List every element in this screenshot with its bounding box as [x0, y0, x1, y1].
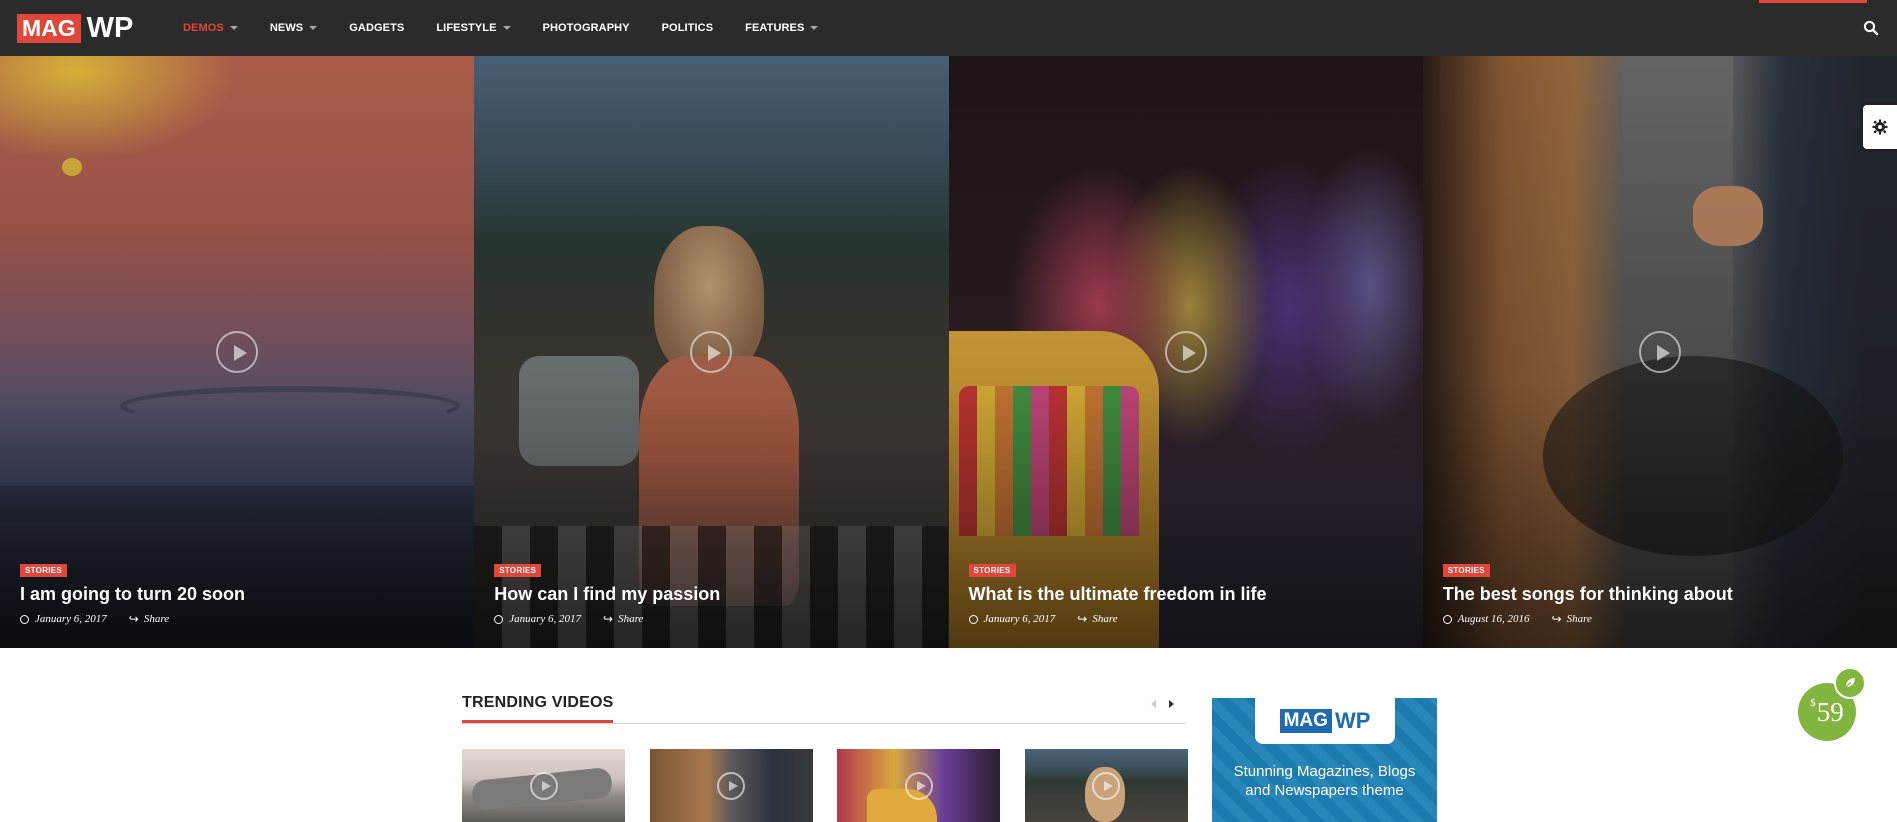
trending-video-thumb[interactable] — [649, 749, 813, 822]
share-icon: ↪ — [1551, 612, 1562, 626]
nav-label: LIFESTYLE — [436, 22, 497, 34]
leaf-shape — [1845, 678, 1855, 688]
share-button[interactable]: ↪ Share — [603, 612, 643, 626]
hero-card[interactable]: STORIES I am going to turn 20 soon Janua… — [0, 56, 475, 648]
hero-card-title[interactable]: What is the ultimate freedom in life — [969, 583, 1407, 605]
category-badge[interactable]: STORIES — [968, 564, 1016, 577]
ad-logo-wp: WP — [1334, 708, 1371, 733]
caret-down-icon — [810, 26, 819, 30]
play-icon[interactable] — [216, 331, 259, 373]
category-badge[interactable]: STORIES — [494, 564, 542, 577]
trending-thumbs — [462, 749, 1212, 822]
ad-logo-mag: MAG — [1279, 709, 1332, 733]
trending-video-thumb[interactable] — [837, 749, 1000, 822]
share-label: Share — [143, 613, 170, 625]
nav-item-features[interactable]: FEATURES — [745, 22, 819, 34]
nav-item-politics[interactable]: POLITICS — [662, 22, 714, 34]
nav-item-demos[interactable]: DEMOS — [183, 22, 238, 34]
caret-down-icon — [502, 26, 511, 30]
top-navbar: MAG WP DEMOS NEWS GADGETS LIFESTYLE PHOT… — [0, 0, 1897, 56]
nav-label: POLITICS — [661, 22, 714, 34]
nav-item-gadgets[interactable]: GADGETS — [349, 22, 404, 34]
ad-line-1: Stunning Magazines, Blogs — [1233, 763, 1416, 780]
clock-icon — [20, 614, 29, 624]
hero-card-meta: January 6, 2017 ↪ Share — [968, 612, 1407, 626]
nav-label: NEWS — [269, 22, 304, 34]
share-icon: ↪ — [603, 612, 614, 626]
play-icon — [529, 771, 558, 800]
play-icon — [1092, 771, 1120, 800]
post-date: August 16, 2016 — [1457, 613, 1530, 625]
price-currency: $ — [1810, 697, 1816, 709]
trending-video-thumb[interactable] — [462, 749, 625, 822]
ad-line-2: and Newspapers theme — [1245, 782, 1404, 799]
hero-card-title[interactable]: The best songs for thinking about — [1443, 583, 1881, 605]
caret-down-icon — [309, 26, 318, 30]
nav-item-news[interactable]: NEWS — [269, 22, 318, 34]
hero-card-title[interactable]: I am going to turn 20 soon — [20, 583, 458, 605]
ad-tagline: Stunning Magazines, Blogs and Newspapers… — [1212, 762, 1437, 800]
share-icon: ↪ — [1077, 612, 1088, 626]
caret-down-icon — [229, 26, 238, 30]
arrow-right-icon[interactable] — [1162, 697, 1178, 711]
magwp-ad-banner[interactable]: MAG WP Stunning Magazines, Blogs and New… — [1212, 698, 1437, 822]
nav-label: GADGETS — [349, 22, 405, 34]
play-icon — [717, 771, 745, 800]
hero-card[interactable]: STORIES How can I find my passion Januar… — [474, 56, 949, 648]
play-icon[interactable] — [1164, 331, 1207, 373]
share-label: Share — [1092, 613, 1118, 625]
play-icon — [904, 771, 933, 800]
nav-label: FEATURES — [745, 22, 805, 34]
share-button[interactable]: ↪ Share — [1077, 612, 1117, 626]
hero-card-info: STORIES What is the ultimate freedom in … — [968, 560, 1407, 626]
nav-item-photography[interactable]: PHOTOGRAPHY — [543, 22, 630, 34]
clock-icon — [1442, 614, 1452, 624]
hero-card-info: STORIES How can I find my passion Januar… — [494, 560, 932, 626]
logo-mag-text: MAG — [17, 14, 81, 43]
hero-card-meta: January 6, 2017 ↪ Share — [494, 612, 932, 626]
clock-icon — [494, 614, 504, 624]
share-button[interactable]: ↪ Share — [1552, 612, 1592, 626]
trending-title: TRENDING VIDEOS — [462, 694, 614, 723]
category-badge[interactable]: STORIES — [20, 564, 68, 577]
hero-card-info: STORIES I am going to turn 20 soon Janua… — [20, 560, 458, 626]
hero-card-meta: January 6, 2017 ↪ Share — [20, 612, 458, 626]
hero-card[interactable]: STORIES What is the ultimate freedom in … — [948, 56, 1423, 648]
trending-header: TRENDING VIDEOS — [462, 694, 1186, 724]
nav-item-lifestyle[interactable]: LIFESTYLE — [436, 22, 511, 34]
category-badge[interactable]: STORIES — [1442, 564, 1490, 577]
post-date: January 6, 2017 — [35, 613, 107, 625]
hero-card-meta: August 16, 2016 ↪ Share — [1442, 612, 1881, 626]
leaf-icon[interactable] — [1834, 667, 1866, 699]
header-accent-line — [1759, 0, 1867, 3]
share-label: Share — [1566, 613, 1592, 625]
hero-card-title[interactable]: How can I find my passion — [494, 583, 932, 605]
arrow-left-icon[interactable] — [1146, 697, 1162, 711]
main-nav: DEMOS NEWS GADGETS LIFESTYLE PHOTOGRAPHY… — [183, 0, 850, 56]
trending-video-thumb[interactable] — [1024, 749, 1188, 822]
trending-arrows — [1146, 697, 1178, 711]
ad-logo: MAG WP — [1255, 698, 1395, 744]
settings-gear-button[interactable] — [1863, 105, 1897, 149]
site-logo[interactable]: MAG WP — [17, 14, 133, 43]
search-icon[interactable] — [1863, 20, 1879, 36]
logo-wp-text: WP — [86, 12, 134, 44]
share-button[interactable]: ↪ Share — [129, 612, 169, 626]
gear-icon — [1872, 119, 1888, 135]
nav-label: PHOTOGRAPHY — [542, 22, 630, 34]
price-amount: 59 — [1816, 696, 1844, 727]
hero-card-info: STORIES The best songs for thinking abou… — [1442, 560, 1881, 626]
hero-grid: STORIES I am going to turn 20 soon Janua… — [0, 56, 1897, 648]
post-date: January 6, 2017 — [983, 613, 1056, 625]
hero-card[interactable]: STORIES The best songs for thinking abou… — [1422, 56, 1897, 648]
share-icon: ↪ — [128, 612, 139, 626]
post-date: January 6, 2017 — [509, 613, 582, 625]
play-icon[interactable] — [1638, 331, 1681, 373]
clock-icon — [968, 614, 978, 624]
nav-label: DEMOS — [183, 22, 224, 34]
share-label: Share — [618, 613, 644, 625]
